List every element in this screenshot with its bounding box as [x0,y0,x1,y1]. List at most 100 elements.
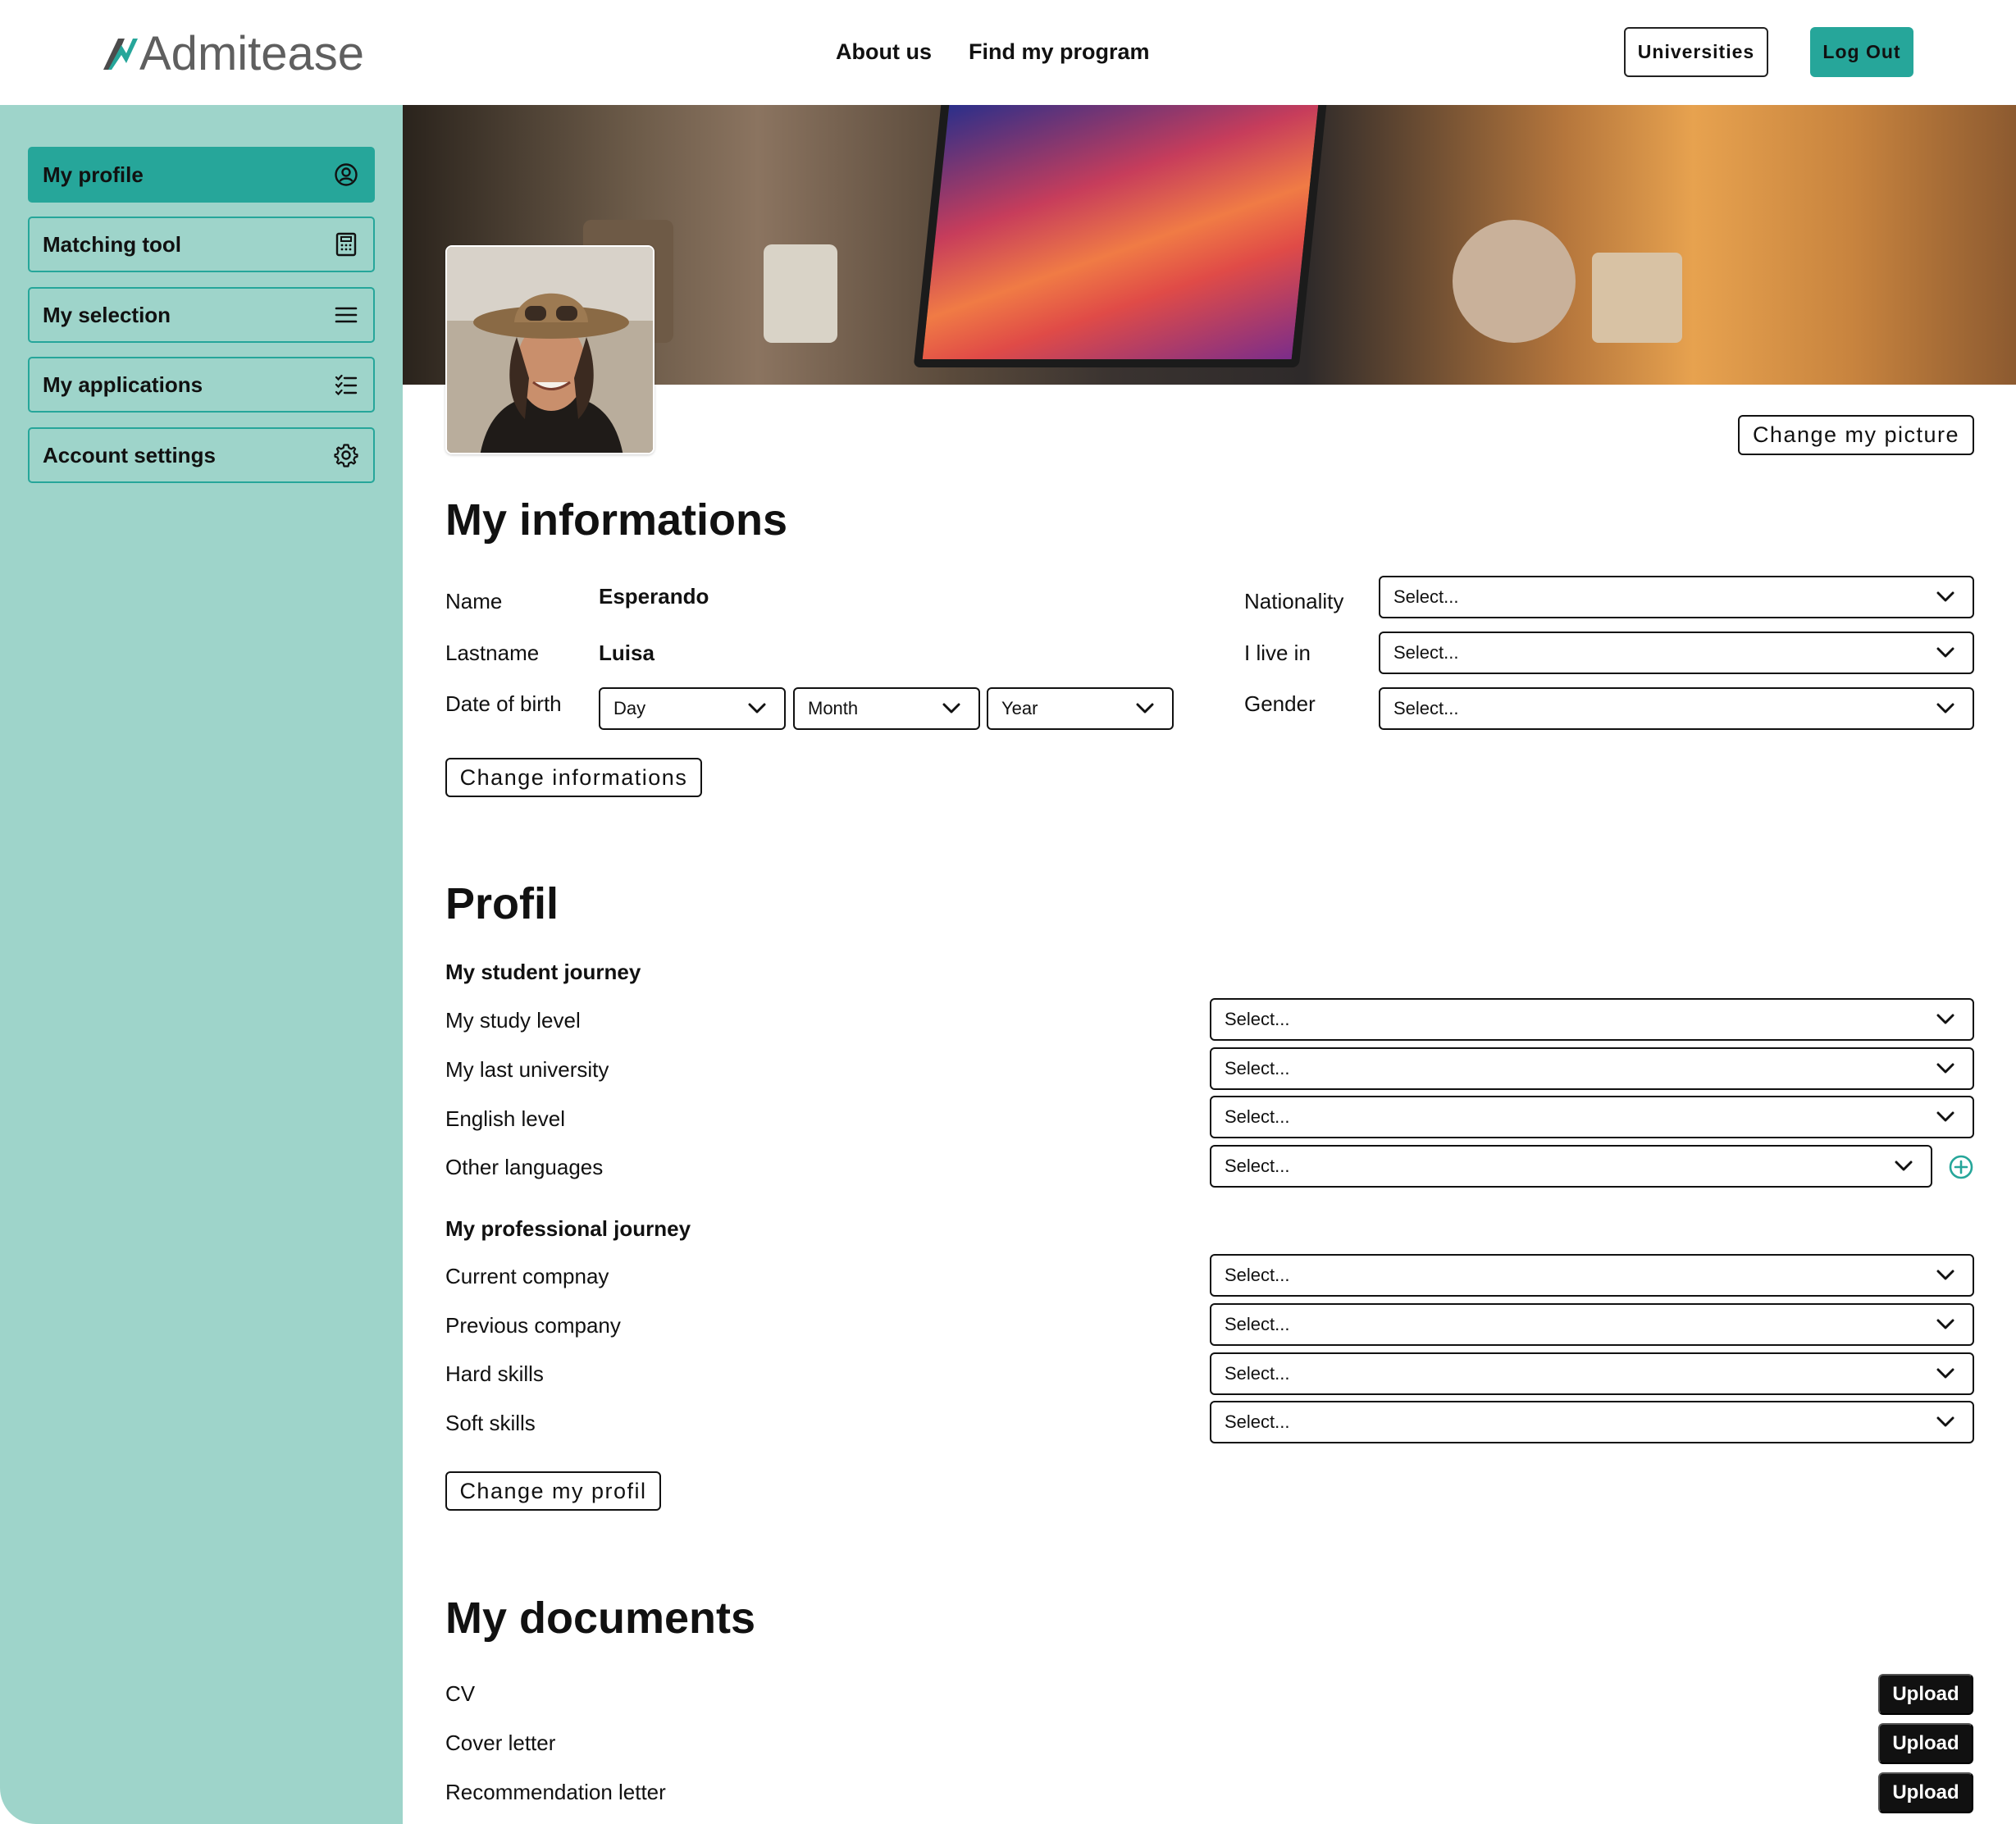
name-value: Esperando [599,584,709,609]
dob-day-select[interactable]: Day [599,687,786,730]
other-languages-select[interactable]: Select... [1210,1145,1932,1188]
i-live-in-select[interactable]: Select... [1379,632,1974,674]
nav-about-us[interactable]: About us [836,39,932,65]
admitease-logo[interactable]: Admitease [100,25,364,82]
nationality-label: Nationality [1244,589,1344,613]
i-live-in-label: I live in [1244,641,1311,665]
select-value: Select... [1225,1411,1290,1432]
other-languages-label: Other languages [445,1155,604,1179]
change-my-picture-button[interactable]: Change my picture [1738,415,1974,455]
chevron-down-icon [1936,591,1954,602]
sidebar: My profile Matching tool My selection My… [0,105,403,1824]
select-value: Year [1001,698,1038,718]
date-of-birth-label: Date of birth [445,691,562,716]
current-company-label: Current compnay [445,1264,609,1288]
professional-journey-heading: My professional journey [445,1216,691,1241]
last-university-label: My last university [445,1057,609,1082]
nationality-select[interactable]: Select... [1379,576,1974,618]
student-journey-heading: My student journey [445,960,641,984]
my-informations-title: My informations [445,495,788,545]
gear-icon [334,443,358,467]
current-company-select[interactable]: Select... [1210,1254,1974,1297]
select-value: Select... [1225,1314,1290,1334]
profile-avatar[interactable] [445,245,655,454]
banner-laptop [913,105,1328,367]
sidebar-item-matching-tool[interactable]: Matching tool [28,217,375,272]
chevron-down-icon [1895,1161,1913,1171]
top-header: Admitease About us Find my program Unive… [0,0,2016,105]
menu-icon [334,303,358,327]
universities-button[interactable]: Universities [1624,27,1768,77]
select-value: Select... [1225,1058,1290,1078]
soft-skills-select[interactable]: Select... [1210,1401,1974,1443]
avatar-portrait-icon [447,247,653,453]
sidebar-item-account-settings[interactable]: Account settings [28,427,375,483]
select-value: Select... [1225,1265,1290,1285]
banner-pot [1592,253,1682,343]
chevron-down-icon [1936,1368,1954,1379]
user-circle-icon [334,162,358,187]
select-value: Select... [1393,586,1459,607]
chevron-down-icon [1936,703,1954,714]
sidebar-item-my-applications[interactable]: My applications [28,357,375,413]
profil-title: Profil [445,879,559,928]
gender-label: Gender [1244,691,1316,716]
dob-month-select[interactable]: Month [793,687,980,730]
change-informations-button[interactable]: Change informations [445,758,702,797]
select-value: Day [613,698,646,718]
study-level-select[interactable]: Select... [1210,998,1974,1041]
english-level-select[interactable]: Select... [1210,1096,1974,1138]
english-level-label: English level [445,1106,565,1131]
upload-cover-letter-button[interactable]: Upload [1878,1723,1973,1764]
chevron-down-icon [1936,1270,1954,1280]
last-university-select[interactable]: Select... [1210,1047,1974,1090]
log-out-button[interactable]: Log Out [1810,27,1913,77]
lastname-value: Luisa [599,641,655,665]
select-value: Select... [1393,642,1459,663]
dob-year-select[interactable]: Year [987,687,1174,730]
add-language-plus-icon[interactable] [1948,1154,1974,1180]
chevron-down-icon [1936,1063,1954,1074]
change-my-profil-button[interactable]: Change my profil [445,1471,661,1511]
upload-cv-button[interactable]: Upload [1878,1674,1973,1715]
select-value: Select... [1225,1106,1290,1127]
sidebar-item-label: My applications [43,372,203,397]
banner-plant [764,244,837,343]
document-label-cv: CV [445,1681,476,1706]
chevron-down-icon [1936,1319,1954,1329]
soft-skills-label: Soft skills [445,1411,536,1435]
hard-skills-label: Hard skills [445,1361,544,1386]
select-value: Select... [1225,1156,1290,1176]
gender-select[interactable]: Select... [1379,687,1974,730]
sidebar-item-label: Matching tool [43,231,181,257]
upload-recommendation-letter-button[interactable]: Upload [1878,1772,1973,1813]
logo-text: Admitease [139,26,365,80]
select-value: Select... [1393,698,1459,718]
select-value: Month [808,698,859,718]
select-value: Select... [1225,1363,1290,1384]
checklist-icon [334,372,358,397]
document-label-cover-letter: Cover letter [445,1731,556,1755]
chevron-down-icon [1936,647,1954,658]
banner-speaker [1453,220,1576,343]
sidebar-item-label: Account settings [43,442,216,467]
lastname-label: Lastname [445,641,540,665]
sidebar-item-my-selection[interactable]: My selection [28,287,375,343]
sidebar-item-label: My selection [43,302,171,327]
logo-mark-icon [103,39,138,70]
calculator-icon [334,232,358,257]
nav-find-my-program[interactable]: Find my program [969,39,1150,65]
select-value: Select... [1225,1009,1290,1029]
hard-skills-select[interactable]: Select... [1210,1352,1974,1395]
previous-company-label: Previous company [445,1313,621,1338]
chevron-down-icon [942,703,960,714]
chevron-down-icon [1936,1416,1954,1427]
sidebar-item-label: My profile [43,162,144,187]
previous-company-select[interactable]: Select... [1210,1303,1974,1346]
chevron-down-icon [1936,1014,1954,1024]
study-level-label: My study level [445,1008,581,1033]
my-documents-title: My documents [445,1594,756,1643]
chevron-down-icon [1136,703,1154,714]
name-label: Name [445,589,503,613]
sidebar-item-my-profile[interactable]: My profile [28,147,375,203]
